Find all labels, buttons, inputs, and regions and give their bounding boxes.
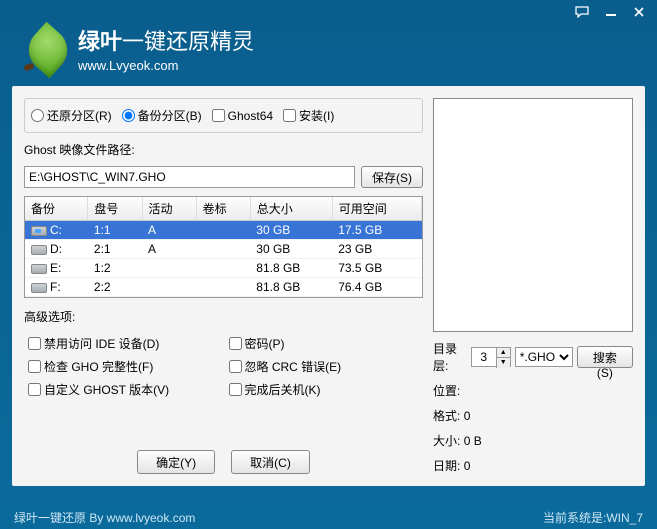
opt-disable-ide[interactable]: 禁用访问 IDE 设备(D) xyxy=(28,335,219,352)
date-label: 日期: xyxy=(433,459,460,473)
minimize-icon[interactable] xyxy=(601,4,621,20)
table-row[interactable]: E:1:281.8 GB73.5 GB xyxy=(25,259,422,278)
opt-custom-ghost[interactable]: 自定义 GHOST 版本(V) xyxy=(28,381,219,398)
spin-down-icon[interactable]: ▼ xyxy=(496,358,510,368)
titlebar xyxy=(0,0,657,24)
table-row[interactable]: F:2:281.8 GB76.4 GB xyxy=(25,278,422,297)
table-header[interactable]: 备份 xyxy=(25,197,88,221)
feedback-icon[interactable] xyxy=(573,4,593,20)
status-left: 绿叶一键还原 By www.lvyeok.com xyxy=(14,509,195,526)
header: 绿叶一键还原精灵 www.Lvyeok.com xyxy=(0,24,657,86)
search-button[interactable]: 搜索(S) xyxy=(577,346,633,368)
size-label: 大小: xyxy=(433,434,460,448)
fmt-label: 格式: xyxy=(433,409,460,423)
table-row[interactable]: C:1:1A30 GB17.5 GB xyxy=(25,221,422,240)
close-icon[interactable] xyxy=(629,4,649,20)
ghost-path-label: Ghost 映像文件路径: xyxy=(24,141,423,158)
main-panel: 还原分区(R) 备份分区(B) Ghost64 安装(I) Ghost 映像文件… xyxy=(12,86,645,486)
table-row[interactable]: D:2:1A30 GB23 GB xyxy=(25,240,422,259)
table-header[interactable]: 活动 xyxy=(142,197,196,221)
save-button[interactable]: 保存(S) xyxy=(361,166,423,188)
size-value: 0 B xyxy=(464,434,482,448)
pos-label: 位置: xyxy=(433,384,460,398)
drive-icon xyxy=(31,245,47,255)
opt-ignore-crc[interactable]: 忽略 CRC 错误(E) xyxy=(229,358,420,375)
date-value: 0 xyxy=(464,459,471,473)
drive-icon xyxy=(31,264,47,274)
table-header[interactable]: 可用空间 xyxy=(332,197,421,221)
ghost-path-input[interactable] xyxy=(24,166,355,188)
mode-restore-radio[interactable]: 还原分区(R) xyxy=(31,107,112,124)
status-bar: 绿叶一键还原 By www.lvyeok.com 当前系统是:WIN_7 xyxy=(0,505,657,529)
app-url: www.Lvyeok.com xyxy=(78,58,254,73)
drive-icon xyxy=(31,283,47,293)
app-window: 绿叶一键还原精灵 www.Lvyeok.com 还原分区(R) 备份分区(B) … xyxy=(0,0,657,529)
mode-group: 还原分区(R) 备份分区(B) Ghost64 安装(I) xyxy=(24,98,423,133)
status-right: 当前系统是:WIN_7 xyxy=(543,509,643,526)
cancel-button[interactable]: 取消(C) xyxy=(231,450,310,474)
filter-combo[interactable]: *.GHO xyxy=(515,347,573,367)
drive-icon xyxy=(31,226,47,236)
opt-shutdown[interactable]: 完成后关机(K) xyxy=(229,381,420,398)
table-header[interactable]: 卷标 xyxy=(196,197,250,221)
opt-check-gho[interactable]: 检查 GHO 完整性(F) xyxy=(28,358,219,375)
logo-leaf-icon xyxy=(24,28,70,74)
dir-level-spinner[interactable]: ▲▼ xyxy=(471,347,511,367)
advanced-label: 高级选项: xyxy=(24,308,423,325)
mode-backup-radio[interactable]: 备份分区(B) xyxy=(122,107,202,124)
opt-password[interactable]: 密码(P) xyxy=(229,335,420,352)
table-header[interactable]: 总大小 xyxy=(250,197,332,221)
fmt-value: 0 xyxy=(464,409,471,423)
partition-table: 备份盘号活动卷标总大小可用空间 C:1:1A30 GB17.5 GBD:2:1A… xyxy=(24,196,423,298)
dir-level-label: 目录层: xyxy=(433,340,467,374)
spin-up-icon[interactable]: ▲ xyxy=(496,348,510,358)
install-checkbox[interactable]: 安装(I) xyxy=(283,107,334,124)
app-title: 绿叶一键还原精灵 xyxy=(78,29,254,55)
preview-pane xyxy=(433,98,633,332)
ok-button[interactable]: 确定(Y) xyxy=(137,450,215,474)
table-header[interactable]: 盘号 xyxy=(88,197,142,221)
ghost64-checkbox[interactable]: Ghost64 xyxy=(212,109,273,123)
